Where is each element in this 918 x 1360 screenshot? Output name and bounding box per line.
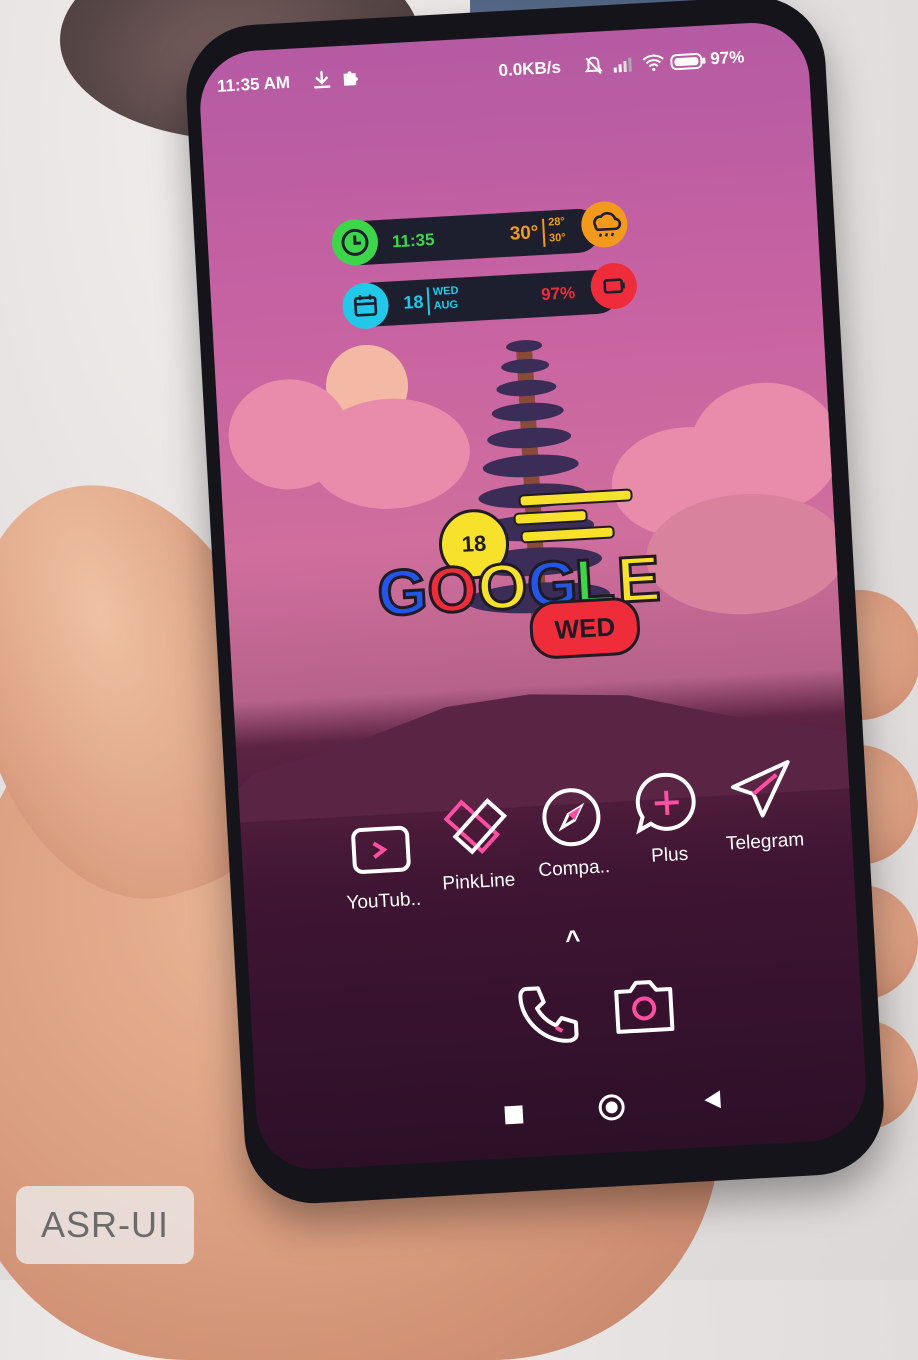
recents-button[interactable] — [504, 1105, 524, 1125]
mute-bell-icon — [584, 55, 603, 81]
back-button[interactable] — [702, 1088, 723, 1116]
widget-time: 11:35 — [391, 229, 436, 252]
youtube-icon — [351, 825, 411, 874]
google-widget-weekday[interactable]: WED — [528, 596, 642, 661]
camera-app-button[interactable] — [607, 969, 681, 1043]
status-time: 11:35 AM — [216, 72, 291, 96]
wifi-icon — [642, 53, 665, 77]
widget-divider — [541, 218, 546, 247]
svg-text:O: O — [426, 552, 480, 627]
app-telegram[interactable]: Telegram — [705, 752, 820, 856]
widget-battery: 97% — [540, 283, 576, 305]
widget-weekday: WED — [432, 284, 459, 299]
weather-rain-icon[interactable] — [580, 200, 629, 249]
phone-app-button[interactable] — [512, 978, 586, 1052]
app-drawer-caret[interactable]: ^ — [564, 924, 581, 956]
app-label: YouTub.. — [345, 888, 422, 914]
download-icon — [312, 69, 331, 95]
app-label: Plus — [650, 843, 689, 867]
app-label: Telegram — [725, 829, 805, 855]
svg-text:G: G — [376, 555, 430, 630]
widget-month: AUG — [433, 298, 459, 313]
net-speed: 0.0KB/s — [498, 57, 562, 81]
svg-text:O: O — [475, 549, 529, 624]
phone-screen: 11:35 AM 0.0KB/s 97% 11:35 30° 28° 30° 1… — [197, 19, 869, 1173]
clock-icon[interactable] — [330, 218, 380, 267]
battery-widget-icon[interactable] — [589, 261, 639, 311]
date-battery-widget[interactable]: 18 WED AUG 97% — [350, 268, 621, 328]
watermark: ASR-UI — [16, 1186, 194, 1264]
widget-temperature: 30° — [509, 222, 540, 245]
status-bar: 11:35 AM 0.0KB/s 97% — [217, 45, 791, 101]
battery-icon — [670, 52, 707, 77]
widget-date-divider — [426, 287, 431, 316]
battery-percent: 97% — [709, 47, 745, 69]
widget-temp-low: 30° — [548, 231, 567, 245]
app-label: PinkLine — [441, 869, 516, 895]
widget-day: 18 — [402, 291, 424, 313]
back-arrow-icon — [704, 1090, 721, 1109]
camera-icon — [614, 980, 675, 1034]
puzzle-icon — [340, 67, 361, 93]
widget-temp-high: 28° — [547, 215, 566, 229]
calendar-icon[interactable] — [341, 281, 390, 331]
signal-icon — [612, 56, 635, 78]
plus-icon — [635, 772, 696, 835]
home-button[interactable] — [597, 1093, 626, 1122]
phone-icon — [518, 986, 579, 1043]
pinkline-icon — [443, 798, 508, 855]
app-label: Compa.. — [537, 856, 611, 882]
compass-icon — [542, 788, 601, 847]
telegram-icon — [730, 760, 790, 818]
